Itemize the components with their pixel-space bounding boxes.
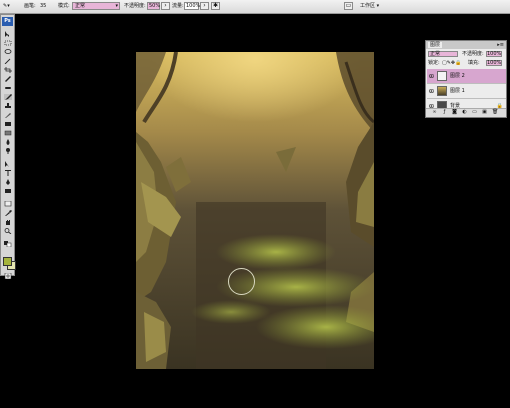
eye-icon[interactable] — [429, 74, 434, 78]
history-brush-tool-icon[interactable] — [4, 112, 12, 118]
link-layers-icon[interactable]: ∞ — [432, 110, 437, 115]
layer-name: 图层 1 — [450, 88, 465, 94]
flow-label: 流量: — [172, 3, 184, 9]
delete-layer-icon[interactable]: 🗑 — [492, 110, 498, 115]
hand-tool-icon[interactable] — [4, 219, 12, 225]
magic-wand-tool-icon[interactable] — [4, 58, 12, 64]
photoshop-logo: Ps — [2, 17, 13, 26]
brush-size[interactable]: 35 — [40, 3, 46, 10]
chevron-down-icon: ▾ — [376, 3, 380, 9]
opacity-label: 不透明度: — [462, 51, 484, 57]
crop-tool-icon[interactable] — [4, 67, 12, 73]
opacity-flyout-button[interactable]: › — [161, 2, 170, 10]
tab-layers[interactable]: 图层 — [428, 42, 443, 48]
type-tool-icon[interactable] — [4, 170, 12, 176]
zoom-tool-icon[interactable] — [4, 228, 12, 234]
airbrush-icon[interactable]: ✱ — [211, 2, 220, 10]
notes-tool-icon[interactable] — [4, 201, 12, 207]
fill-label: 填充: — [468, 60, 480, 66]
foreground-color-swatch[interactable] — [3, 257, 12, 266]
palette-well-icon[interactable]: ▭ — [344, 2, 353, 10]
new-layer-icon[interactable]: ▣ — [482, 110, 487, 115]
default-colors-icon[interactable] — [4, 241, 12, 247]
dodge-tool-icon[interactable] — [4, 148, 12, 154]
document-canvas[interactable] — [136, 52, 374, 369]
path-selection-tool-icon[interactable] — [4, 161, 12, 167]
eye-icon[interactable] — [429, 89, 434, 93]
options-bar: ✎▾ 画笔: 35 模式: 正常 ▾ 不透明度: 50% › 流量: 100% … — [0, 0, 510, 14]
healing-brush-tool-icon[interactable] — [4, 85, 12, 91]
flow-flyout-button[interactable]: › — [200, 2, 209, 10]
lasso-tool-icon[interactable] — [4, 49, 12, 55]
add-mask-icon[interactable]: ◙ — [452, 110, 457, 115]
marquee-tool-icon[interactable] — [4, 40, 12, 46]
chevron-down-icon: ▾ — [115, 3, 118, 9]
new-group-icon[interactable]: ▭ — [472, 110, 477, 115]
layer-row-layer-1[interactable]: 图层 1 — [427, 84, 506, 99]
layers-panel: 图层 ▸≡ 正常 不透明度: 100% 锁定: ▢✎✥🔒 填充: 100% 图层… — [425, 40, 507, 118]
opacity-label: 不透明度: — [124, 3, 146, 9]
layers-panel-footer: ∞ ƒ ◙ ◐ ▭ ▣ 🗑 — [426, 108, 506, 117]
opacity-input[interactable]: 50% — [147, 2, 160, 10]
layer-opacity-input[interactable]: 100% — [486, 51, 502, 57]
flow-input[interactable]: 100% — [184, 2, 200, 10]
shape-tool-icon[interactable] — [4, 188, 12, 194]
quick-mask-icon[interactable] — [4, 273, 12, 279]
tools-panel: Ps — [0, 14, 16, 279]
brush-cursor — [228, 268, 255, 295]
move-tool-icon[interactable] — [4, 31, 12, 37]
lock-label: 锁定: — [428, 60, 440, 66]
slice-tool-icon[interactable] — [4, 76, 12, 82]
brush-tool-icon[interactable] — [4, 94, 12, 100]
brush-tool-preset-icon[interactable]: ✎▾ — [3, 3, 10, 10]
layer-thumbnail — [437, 71, 447, 81]
eyedropper-tool-icon[interactable] — [4, 210, 12, 216]
layer-name: 图层 2 — [450, 73, 465, 79]
fill-input[interactable]: 100% — [486, 60, 502, 66]
layer-style-icon[interactable]: ƒ — [442, 110, 447, 115]
lock-icons[interactable]: ▢✎✥🔒 — [442, 60, 461, 67]
layers-panel-tabs: 图层 ▸≡ — [426, 41, 506, 49]
blur-tool-icon[interactable] — [4, 139, 12, 145]
mode-select[interactable]: 正常 ▾ — [72, 2, 120, 10]
blend-mode-select[interactable]: 正常 — [428, 51, 458, 57]
brush-label: 画笔: — [24, 3, 36, 9]
panel-menu-icon[interactable]: ▸≡ — [497, 41, 504, 49]
layer-thumbnail — [437, 86, 447, 96]
clone-stamp-tool-icon[interactable] — [4, 103, 12, 109]
adjustment-layer-icon[interactable]: ◐ — [462, 110, 467, 115]
eraser-tool-icon[interactable] — [4, 121, 12, 127]
pen-tool-icon[interactable] — [4, 179, 12, 185]
gradient-tool-icon[interactable] — [4, 130, 12, 136]
painting-image — [136, 52, 374, 369]
mode-label: 模式: — [58, 3, 70, 9]
workspace-menu[interactable]: 工作区 ▾ — [360, 3, 379, 10]
layer-row-layer-2[interactable]: 图层 2 — [427, 69, 506, 84]
